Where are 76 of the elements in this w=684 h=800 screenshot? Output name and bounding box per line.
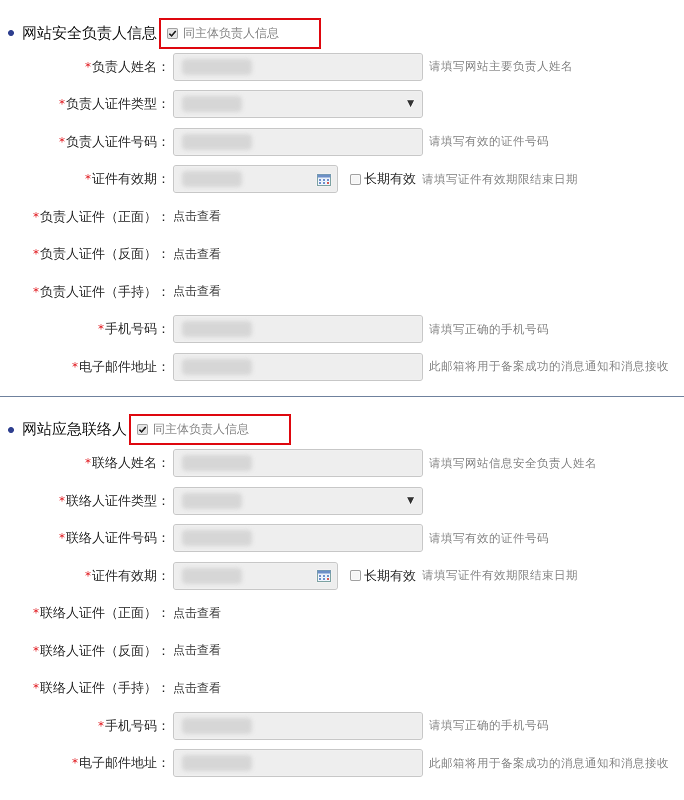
- calendar-icon[interactable]: [317, 172, 331, 186]
- required-mark: *: [59, 134, 65, 149]
- view-link[interactable]: 点击查看: [173, 680, 221, 697]
- field-label: 证件有效期：: [92, 568, 170, 585]
- required-mark: *: [85, 60, 91, 74]
- view-link[interactable]: 点击查看: [173, 246, 221, 263]
- field-label: 联络人姓名：: [92, 455, 170, 472]
- required-mark: *: [59, 531, 65, 546]
- check-icon: [138, 425, 147, 434]
- view-link[interactable]: 点击查看: [173, 283, 221, 300]
- date-field[interactable]: [173, 562, 338, 590]
- field-label: 手机号码：: [105, 718, 170, 735]
- input-field[interactable]: [173, 315, 423, 344]
- field-label: 负责人证件（反面）：: [40, 246, 170, 264]
- bullet-icon: [8, 30, 14, 36]
- field-label: 联络人证件（正面）：: [40, 605, 170, 622]
- calendar-icon[interactable]: [317, 569, 331, 582]
- field-label: 负责人姓名：: [92, 58, 170, 76]
- field-label: 负责人证件类型：: [66, 96, 170, 114]
- field-hint: 请填写网站主要负责人姓名: [429, 59, 573, 74]
- input-field[interactable]: [173, 749, 423, 778]
- date-field[interactable]: [173, 165, 338, 194]
- field-label: 负责人证件号码：: [66, 134, 170, 151]
- section-title: 网站应急联络人: [22, 420, 127, 439]
- view-link[interactable]: 点击查看: [173, 642, 221, 660]
- required-mark: *: [59, 97, 65, 112]
- select-field[interactable]: ▼: [173, 486, 423, 515]
- check-icon: [168, 28, 177, 38]
- field-label: 联络人证件类型：: [66, 492, 170, 510]
- same-as-checkbox[interactable]: 同主体负责人信息: [159, 18, 321, 48]
- required-mark: *: [33, 681, 39, 696]
- input-field[interactable]: [173, 128, 423, 156]
- required-mark: *: [72, 756, 78, 770]
- field-hint: 此邮箱将用于备案成功的消息通知和消息接收: [429, 359, 669, 374]
- required-mark: *: [33, 247, 39, 262]
- field-hint: 请填写证件有效期限结束日期: [422, 568, 578, 584]
- field-label: 负责人证件（正面）：: [40, 208, 170, 226]
- field-hint: 请填写有效的证件号码: [429, 530, 549, 546]
- field-label: 电子邮件地址：: [79, 358, 170, 376]
- field-label: 联络人证件（手持）：: [40, 680, 170, 698]
- required-mark: *: [85, 568, 91, 583]
- field-label: 证件有效期：: [92, 171, 170, 188]
- select-field[interactable]: ▼: [173, 90, 423, 118]
- section-title: 网站安全负责人信息: [22, 24, 157, 42]
- input-field[interactable]: [173, 52, 423, 81]
- required-mark: *: [98, 718, 104, 733]
- input-field[interactable]: [173, 712, 423, 740]
- view-link[interactable]: 点击查看: [173, 604, 221, 622]
- same-as-checkbox[interactable]: 同主体负责人信息: [129, 414, 291, 445]
- required-mark: *: [85, 172, 91, 186]
- bullet-icon: [8, 426, 14, 432]
- field-hint: 请填写有效的证件号码: [429, 134, 549, 150]
- required-mark: *: [33, 284, 39, 299]
- field-label: 电子邮件地址：: [79, 755, 170, 772]
- view-link[interactable]: 点击查看: [173, 208, 221, 226]
- field-hint: 请填写网站信息安全负责人姓名: [429, 456, 597, 471]
- required-mark: *: [59, 494, 65, 508]
- long-term-checkbox[interactable]: 长期有效: [350, 170, 416, 188]
- field-hint: 请填写正确的手机号码: [429, 322, 549, 337]
- input-field[interactable]: [173, 449, 423, 478]
- field-hint: 此邮箱将用于备案成功的消息通知和消息接收: [429, 756, 669, 771]
- field-label: 手机号码：: [105, 321, 170, 338]
- field-hint: 请填写正确的手机号码: [429, 718, 549, 734]
- long-term-checkbox[interactable]: 长期有效: [350, 566, 416, 585]
- required-mark: *: [33, 210, 39, 224]
- required-mark: *: [85, 456, 91, 470]
- required-mark: *: [98, 322, 104, 336]
- required-mark: *: [33, 606, 39, 620]
- field-hint: 请填写证件有效期限结束日期: [422, 172, 578, 187]
- required-mark: *: [33, 644, 39, 658]
- input-field[interactable]: [173, 352, 423, 381]
- field-label: 负责人证件（手持）：: [40, 284, 170, 301]
- required-mark: *: [72, 360, 78, 374]
- input-field[interactable]: [173, 524, 423, 552]
- field-label: 联络人证件号码：: [66, 530, 170, 548]
- field-label: 联络人证件（反面）：: [40, 642, 170, 660]
